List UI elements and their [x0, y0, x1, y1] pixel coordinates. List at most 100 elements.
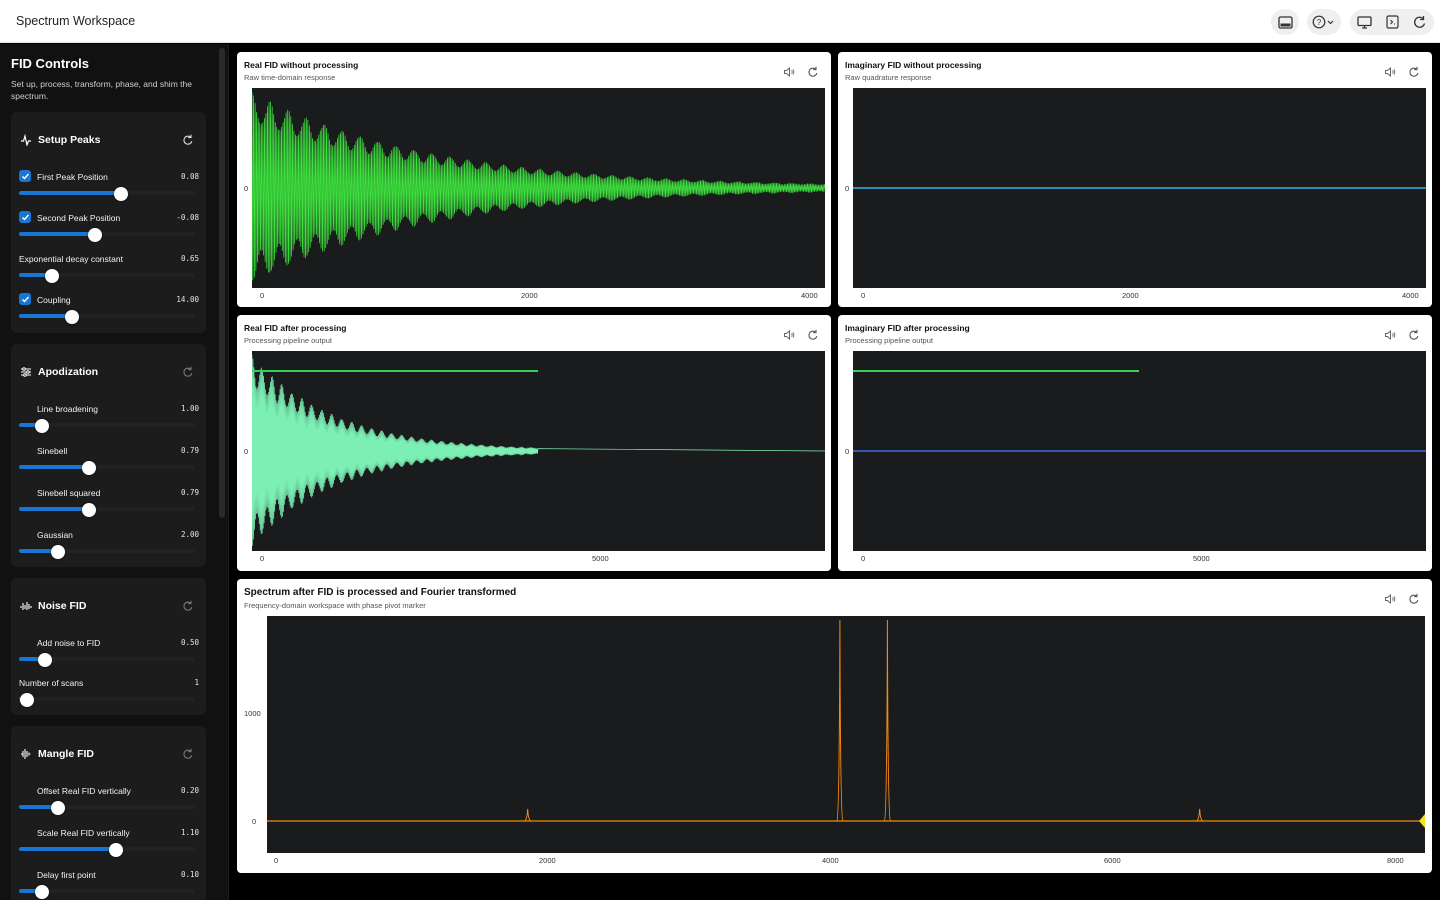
delay-first-checkbox[interactable] [19, 868, 31, 880]
setup-peaks-card: Setup Peaks First Peak Position 0.08 Sec… [11, 112, 206, 333]
line-broadening-slider[interactable] [19, 419, 195, 433]
speaker-icon[interactable] [1384, 593, 1396, 605]
first-peak-checkbox[interactable] [19, 170, 31, 182]
reset-icon[interactable] [182, 366, 194, 378]
x-tick-label: 0 [274, 856, 279, 865]
x-tick-label: 2000 [539, 856, 556, 865]
real-fid-raw-chart [252, 91, 825, 281]
first-peak-slider[interactable] [19, 187, 195, 201]
coupling-slider[interactable] [19, 310, 195, 324]
gaussian-slider[interactable] [19, 545, 195, 559]
sinebell-squared-slider[interactable] [19, 503, 195, 517]
second-peak-checkbox[interactable] [19, 211, 31, 223]
panel-subtitle: Processing pipeline output [845, 336, 933, 345]
svg-text:?: ? [1317, 18, 1322, 27]
slider-thumb[interactable] [82, 503, 97, 517]
offset-real-value: 0.20 [180, 786, 199, 795]
x-tick-label: 0 [861, 554, 866, 563]
speaker-icon[interactable] [783, 66, 795, 78]
sinebell-value: 0.79 [180, 446, 199, 455]
scale-real-label: Scale Real FID vertically [37, 828, 130, 838]
apodization-card: Apodization Line broadening 1.00 Sinebel… [11, 344, 206, 567]
reset-icon[interactable] [182, 748, 194, 760]
speaker-icon[interactable] [783, 329, 795, 341]
slider-thumb[interactable] [87, 228, 102, 242]
spectrum-plot[interactable] [267, 616, 1425, 853]
slider-thumb[interactable] [64, 310, 79, 324]
coupling-checkbox[interactable] [19, 293, 31, 305]
first-peak-value: 0.08 [180, 172, 199, 181]
add-noise-slider[interactable] [19, 653, 195, 667]
sidebar-scrollbar[interactable] [219, 48, 225, 518]
speaker-icon[interactable] [1384, 329, 1396, 341]
setup-peaks-header: Setup Peaks [20, 112, 196, 168]
export-icon[interactable] [1378, 9, 1406, 35]
line-broadening-label: Line broadening [37, 404, 98, 414]
slider-thumb[interactable] [45, 269, 60, 283]
speaker-icon[interactable] [1384, 66, 1396, 78]
decay-label: Exponential decay constant [19, 254, 123, 264]
monitor-icon[interactable] [1350, 9, 1378, 35]
sinebell-checkbox[interactable] [19, 444, 31, 456]
y-tick-label: 0 [845, 184, 850, 193]
reset-icon[interactable] [1408, 66, 1420, 78]
panel-actions [1384, 66, 1420, 78]
scale-real-slider[interactable] [19, 843, 195, 857]
slider-thumb[interactable] [34, 419, 49, 433]
refresh-icon[interactable] [1406, 9, 1434, 35]
slider-thumb[interactable] [20, 693, 34, 707]
panel-title: Real FID after processing [244, 323, 347, 333]
slider-thumb[interactable] [82, 461, 97, 475]
toolbar-help-group: ? [1307, 9, 1341, 35]
panel-title: Spectrum after FID is processed and Four… [244, 587, 517, 598]
add-noise-label: Add noise to FID [37, 638, 101, 648]
coupling-label: Coupling [37, 295, 71, 305]
imag-fid-raw-plot[interactable] [853, 88, 1426, 288]
reset-icon[interactable] [1408, 329, 1420, 341]
slider-thumb[interactable] [114, 187, 129, 201]
sinebell-slider[interactable] [19, 461, 195, 475]
panel-actions [783, 66, 819, 78]
sinebell-squared-value: 0.79 [180, 488, 199, 497]
offset-real-checkbox[interactable] [19, 784, 31, 796]
offset-real-slider[interactable] [19, 801, 195, 815]
line-broadening-checkbox[interactable] [19, 402, 31, 414]
slider-thumb[interactable] [108, 843, 123, 857]
real-fid-raw-plot[interactable] [252, 88, 825, 288]
decay-slider[interactable] [19, 269, 195, 283]
scans-slider[interactable] [19, 693, 195, 707]
scale-real-checkbox[interactable] [19, 826, 31, 838]
apodization-title: Apodization [38, 366, 99, 378]
add-noise-checkbox[interactable] [19, 636, 31, 648]
slider-thumb[interactable] [34, 885, 49, 899]
reset-icon[interactable] [1408, 593, 1420, 605]
sinebell-squared-checkbox[interactable] [19, 486, 31, 498]
sinebell-squared-control: Sinebell squared 0.79 [19, 488, 199, 528]
panel-icon[interactable] [1271, 9, 1299, 35]
x-tick-label: 8000 [1387, 856, 1404, 865]
slider-thumb[interactable] [50, 801, 65, 815]
first-peak-label: First Peak Position [37, 172, 108, 182]
reset-icon[interactable] [182, 600, 194, 612]
imag-fid-processed-plot[interactable] [853, 351, 1426, 551]
second-peak-slider[interactable] [19, 228, 195, 242]
delay-first-slider[interactable] [19, 885, 195, 899]
x-tick-label: 5000 [1193, 554, 1210, 563]
reset-icon[interactable] [807, 66, 819, 78]
slider-thumb[interactable] [50, 545, 65, 559]
spectrum-chart [267, 620, 1425, 828]
y-tick-label: 0 [845, 447, 850, 456]
help-icon[interactable]: ? [1307, 9, 1341, 35]
gaussian-checkbox[interactable] [19, 528, 31, 540]
coupling-control: Coupling 14.00 [19, 293, 199, 335]
slider-thumb[interactable] [38, 653, 53, 667]
second-peak-control: Second Peak Position -0.08 [19, 211, 199, 253]
real-fid-processed-plot[interactable] [252, 351, 825, 551]
reset-icon[interactable] [807, 329, 819, 341]
noise-fid-header: Noise FID [20, 578, 196, 634]
reset-icon[interactable] [182, 134, 194, 146]
coupling-value: 14.00 [176, 295, 199, 304]
noise-fid-title: Noise FID [38, 600, 87, 612]
scans-label: Number of scans [19, 678, 84, 688]
delay-first-control: Delay first point 0.10 [19, 870, 199, 900]
